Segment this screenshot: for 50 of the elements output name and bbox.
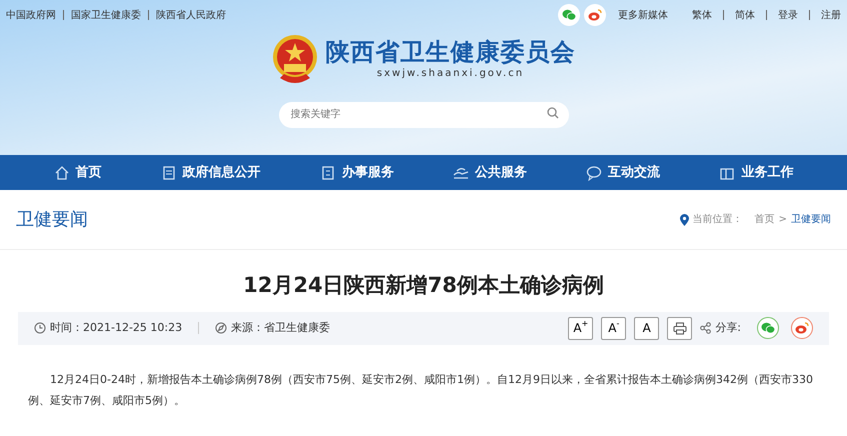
location-label: 当前位置：: [692, 212, 743, 227]
section-title: 卫健要闻: [16, 208, 88, 232]
top-link[interactable]: 中国政府网: [6, 8, 56, 22]
top-link[interactable]: 简体: [735, 8, 755, 22]
chat-bubble-icon: [586, 164, 602, 180]
document-icon: [160, 164, 177, 180]
location-pin-icon: [680, 214, 689, 226]
breadcrumb-link[interactable]: >: [778, 212, 787, 227]
article-paragraph: 12月24日0-24时，新增报告本土确诊病例78例（西安市75例、延安市2例、咸阳市1例）。自12月9日以来，全省累计报告本土确诊病例342例（西安市330例、延安市7例、咸阳市5例）。: [27, 372, 814, 408]
share-label: 分享:: [715, 320, 741, 336]
print-button[interactable]: [667, 316, 692, 340]
nav-item[interactable]: 办事服务: [320, 162, 394, 182]
weibo-share-button[interactable]: [791, 317, 813, 339]
clipboard-icon: [320, 164, 336, 180]
article-title: 12月24日陕西新增78例本土确诊病例: [242, 272, 605, 299]
top-link[interactable]: 登录: [778, 8, 798, 22]
clock-icon: [34, 322, 46, 334]
nav-item[interactable]: 互动交流: [586, 162, 660, 182]
wechat-icon: [562, 9, 576, 21]
emblem-icon: [272, 34, 318, 86]
nav-item[interactable]: 政府信息公开: [160, 162, 261, 182]
top-link[interactable]: 国家卫生健康委: [71, 8, 141, 22]
weibo-button[interactable]: [584, 4, 606, 26]
weibo-icon: [795, 322, 809, 334]
search-icon[interactable]: [546, 107, 558, 119]
site-domain: sxwjw.shaanxi.gov.cn: [376, 66, 526, 81]
article-source: 来源：省卫生健康委: [231, 320, 330, 336]
top-link[interactable]: 注册: [821, 8, 841, 22]
weibo-icon: [588, 9, 602, 21]
nav-item[interactable]: 业务工作: [719, 162, 794, 182]
breadcrumb-link[interactable]: 首页: [754, 212, 775, 227]
nav-item[interactable]: 公共服务: [453, 162, 528, 182]
top-link[interactable]: 繁体: [692, 8, 712, 22]
nav-item[interactable]: 首页: [54, 162, 102, 182]
wechat-button[interactable]: [558, 4, 580, 26]
share-icon: [700, 322, 712, 334]
top-link[interactable]: 陕西省人民政府: [156, 8, 226, 22]
font-size-button[interactable]: A$^{+}$: [568, 316, 594, 340]
house-icon: [54, 164, 70, 180]
site-title: 陕西省卫生健康委员会: [326, 39, 576, 66]
breadcrumb-link[interactable]: 卫健要闻: [791, 212, 831, 227]
wechat-share-button[interactable]: [757, 317, 779, 339]
compass-icon: [215, 322, 228, 334]
publish-time: 时间：2021-12-25 10:23: [50, 320, 182, 336]
wechat-icon: [761, 322, 775, 334]
font-size-button[interactable]: A$^{-}$: [601, 316, 626, 340]
search-field[interactable]: 搜索关键字: [278, 102, 568, 128]
more-media-link[interactable]: 更多新媒体: [618, 8, 668, 22]
printer-icon: [672, 322, 687, 334]
font-size-button[interactable]: A: [634, 316, 660, 340]
